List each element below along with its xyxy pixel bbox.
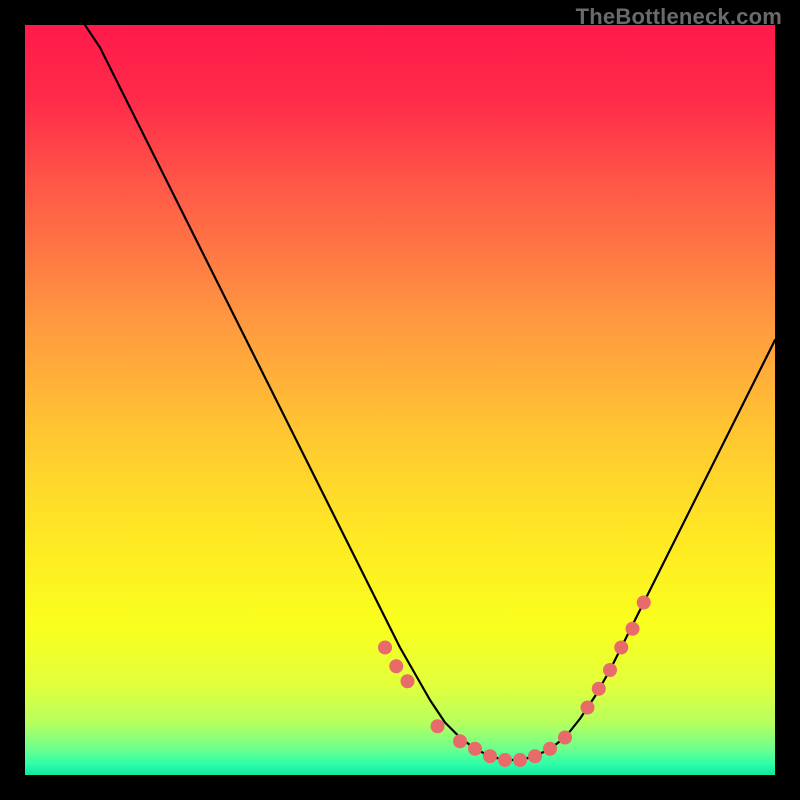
bottleneck-curve [85,25,775,760]
highlight-dot [378,641,392,655]
watermark-label: TheBottleneck.com [576,4,782,30]
highlight-dot [614,641,628,655]
highlight-dot [543,742,557,756]
highlight-dot [389,659,403,673]
highlight-dot [483,749,497,763]
chart-stage: TheBottleneck.com [0,0,800,800]
highlight-dot [592,682,606,696]
highlight-dot [581,701,595,715]
highlight-dot [528,749,542,763]
highlight-dot [626,622,640,636]
highlight-dot [401,674,415,688]
highlight-dot [468,742,482,756]
highlight-dot [637,596,651,610]
highlight-dot [558,731,572,745]
highlight-dot [513,753,527,767]
highlight-dot [603,663,617,677]
plot-area [25,25,775,775]
highlight-dot [498,753,512,767]
curve-layer [25,25,775,775]
highlight-dot [453,734,467,748]
highlight-dot [431,719,445,733]
